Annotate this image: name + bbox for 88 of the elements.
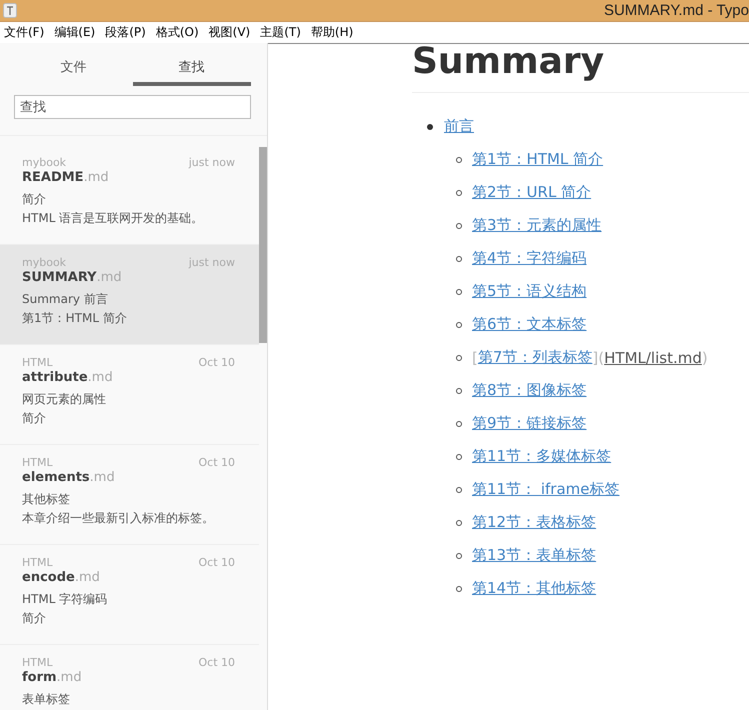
file-preview-line: HTML 字符编码 <box>22 591 108 608</box>
file-item[interactable]: mybook just now SUMMARY.md Summary 前言 第1节：HTML 简介 <box>0 245 259 345</box>
menu-item[interactable]: 帮助(H) <box>310 24 354 41</box>
toc-link[interactable]: 第8节：图像标签 <box>472 381 587 400</box>
folder-name: HTML <box>22 556 53 569</box>
toc-link[interactable]: 第9节：链接标签 <box>472 414 587 433</box>
menu-item[interactable]: 主题(T) <box>260 24 301 41</box>
toc-link[interactable]: 第11节： iframe标签 <box>472 480 620 499</box>
file-preview-line: 本章介绍一些最新引入标准的标签。 <box>22 510 215 527</box>
link-url[interactable]: HTML/list.md <box>604 348 702 366</box>
modified-time: Oct 10 <box>198 456 235 469</box>
file-name: form <box>22 670 57 685</box>
bullet-icon <box>456 354 462 360</box>
file-item[interactable]: HTML Oct 10 attribute.md 网页元素的属性 简介 <box>0 345 259 445</box>
file-extension: .md <box>96 270 122 285</box>
bullet-icon <box>456 256 462 262</box>
file-extension: .md <box>74 570 100 585</box>
app-logo-icon <box>3 3 17 18</box>
file-extension: .md <box>84 170 109 185</box>
document-heading: Summary <box>412 44 749 93</box>
modified-time: just now <box>188 156 235 169</box>
bullet-icon <box>456 486 462 492</box>
toc-link[interactable]: 第5节：语义结构 <box>472 282 587 301</box>
toc-link[interactable]: 第6节：文本标签 <box>472 315 587 334</box>
toc-link[interactable]: 前言 <box>444 117 474 136</box>
file-name: attribute <box>22 370 88 385</box>
folder-name: HTML <box>22 656 53 669</box>
file-extension: .md <box>56 670 82 685</box>
menu-item[interactable]: 编辑(E) <box>54 24 96 41</box>
file-extension: .md <box>90 470 115 485</box>
file-item[interactable]: HTML Oct 10 elements.md 其他标签 本章介绍一些最新引入标准的标签。 <box>0 445 259 545</box>
file-name: README <box>22 170 84 185</box>
modified-time: Oct 10 <box>198 356 235 369</box>
bullet-icon <box>456 322 462 328</box>
file-item[interactable]: HTML Oct 10 encode.md HTML 字符编码 简介 <box>0 545 259 645</box>
toc-link[interactable]: 第4节：字符编码 <box>472 249 587 268</box>
file-preview-line: 表单标签 <box>22 691 71 708</box>
modified-time: just now <box>188 256 235 269</box>
bullet-icon <box>427 124 433 130</box>
bullet-icon <box>456 520 462 526</box>
folder-name: HTML <box>22 456 53 469</box>
folder-name: HTML <box>22 356 53 369</box>
bullet-icon <box>456 190 462 196</box>
modified-time: Oct 10 <box>198 656 235 669</box>
file-preview-line: 第1节：HTML 简介 <box>22 310 128 327</box>
toc-link[interactable]: 第11节：多媒体标签 <box>472 447 612 466</box>
toc-link[interactable]: 第3节：元素的属性 <box>472 216 602 235</box>
bracket-mark: ]( <box>592 348 604 366</box>
bullet-icon <box>456 420 462 426</box>
toc-link[interactable]: 第1节：HTML 简介 <box>472 150 604 169</box>
file-name: SUMMARY <box>22 270 97 285</box>
file-name: elements <box>22 470 90 485</box>
toc-link[interactable]: 第12节：表格标签 <box>472 513 596 532</box>
file-item[interactable]: HTML Oct 10 form.md 表单标签 <box>0 645 259 710</box>
menu-item[interactable]: 视图(V) <box>208 24 250 41</box>
window-title: SUMMARY.md - Typo <box>604 2 749 19</box>
bracket-mark: ) <box>702 348 708 366</box>
bullet-icon <box>456 288 462 294</box>
bullet-icon <box>456 222 462 228</box>
bracket-mark: [ <box>472 348 478 366</box>
sidebar-tab[interactable]: 文件 <box>14 57 132 86</box>
file-preview-line: 其他标签 <box>22 491 71 508</box>
file-preview-line: 网页元素的属性 <box>22 391 107 408</box>
toc-link[interactable]: 第2节：URL 简介 <box>472 183 592 202</box>
bullet-icon <box>456 454 462 460</box>
scrollbar-thumb[interactable] <box>259 147 267 343</box>
file-name: encode <box>22 570 75 585</box>
file-preview-line: HTML 语言是互联网开发的基础。 <box>22 210 204 227</box>
file-preview-line: 简介 <box>22 191 47 208</box>
folder-name: mybook <box>22 156 66 169</box>
bullet-icon <box>456 586 462 592</box>
menu-item[interactable]: 格式(O) <box>156 24 199 41</box>
sidebar-tab[interactable]: 查找 <box>132 57 250 86</box>
toc-link[interactable]: 第7节：列表标签 <box>478 348 592 367</box>
modified-time: Oct 10 <box>198 556 235 569</box>
file-preview-line: 简介 <box>22 610 47 627</box>
toc-link[interactable]: 第13节：表单标签 <box>472 546 596 565</box>
menu-item[interactable]: 文件(F) <box>4 24 44 41</box>
bullet-icon <box>456 156 462 162</box>
file-extension: .md <box>88 370 113 385</box>
file-preview-line: Summary 前言 <box>22 291 109 308</box>
menu-item[interactable]: 段落(P) <box>105 24 146 41</box>
toc-link[interactable]: 第14节：其他标签 <box>472 579 596 598</box>
search-field[interactable]: 查找 <box>14 95 251 119</box>
folder-name: mybook <box>22 256 66 269</box>
file-preview-line: 简介 <box>22 410 47 427</box>
bullet-icon <box>456 388 462 394</box>
bullet-icon <box>456 552 462 558</box>
